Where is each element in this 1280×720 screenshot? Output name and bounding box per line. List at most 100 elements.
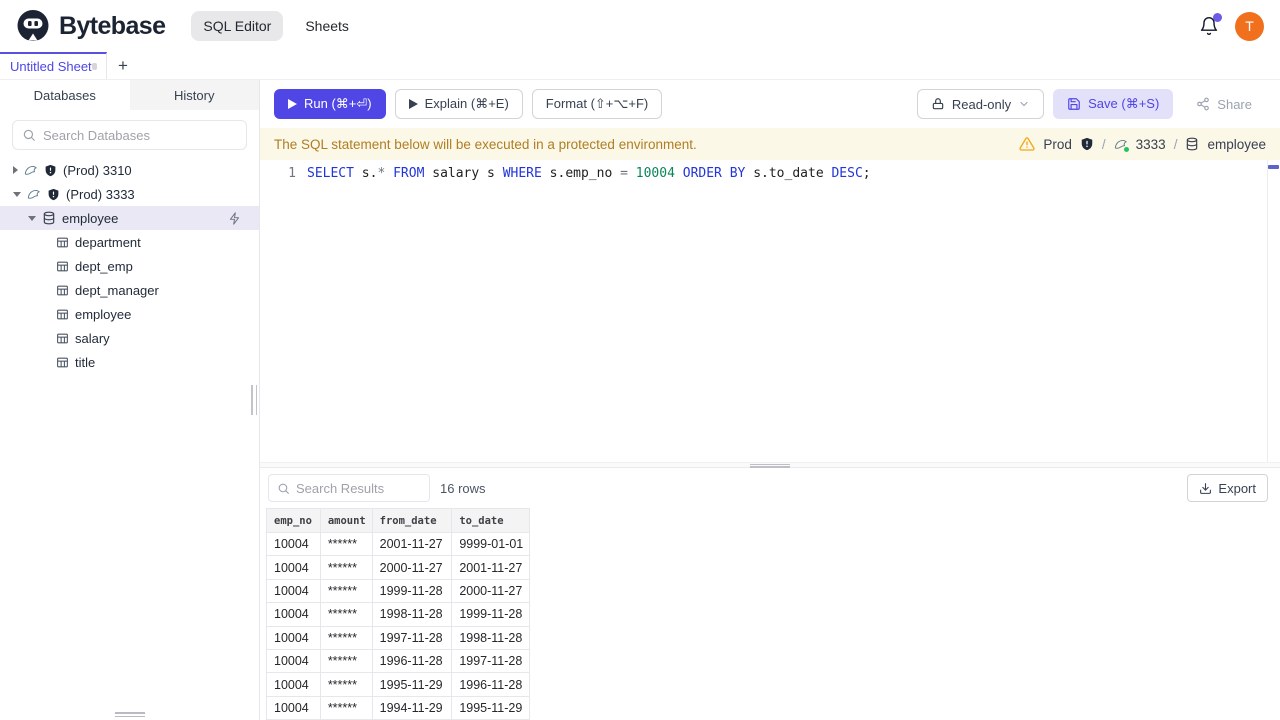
grid-cell[interactable]: 10004 [267,626,321,650]
instance-label[interactable]: 3333 [1136,137,1166,152]
grid-data-row: 10004 ****** 1998-11-28 1999-11-28 [267,603,530,627]
grid-cell[interactable]: 10004 [267,556,321,580]
grid-cell[interactable]: ****** [320,603,373,627]
sql-code-line: SELECT s.* FROM salary s WHERE s.emp_no … [296,166,871,181]
caret-down-icon [28,215,36,221]
grid-cell[interactable]: 1999-11-28 [372,579,453,604]
user-avatar[interactable]: T [1235,11,1264,41]
sql-editor[interactable]: 1 SELECT s.* FROM salary s WHERE s.emp_n… [260,160,1280,462]
tab-untitled-sheet[interactable]: Untitled Sheet [0,52,107,79]
sql-token: DESC [831,166,863,181]
database-label[interactable]: employee [1207,137,1266,152]
results-search[interactable] [268,474,430,502]
grid-cell[interactable]: 1996-11-28 [452,673,530,697]
grid-cell[interactable]: 10004 [267,603,321,627]
grid-cell[interactable]: 1998-11-28 [452,626,530,650]
grid-cell[interactable]: 10004 [267,579,321,604]
table-icon [56,308,69,321]
results-grid: emp_no amount from_date to_date 10004 ******… [266,508,530,720]
zap-icon[interactable] [228,211,241,225]
grid-cell[interactable]: 1997-11-28 [452,649,530,674]
grid-cell[interactable]: 1995-11-29 [452,696,530,720]
grid-cell[interactable]: 1997-11-28 [372,626,453,650]
brand-name: Bytebase [59,11,166,40]
unsaved-dot-icon [91,63,97,70]
database-search[interactable] [12,120,247,150]
table-label: dept_emp [75,258,133,274]
shield-alert-icon [44,164,57,177]
grid-cell[interactable]: 2001-11-27 [452,556,530,580]
grid-header-cell[interactable]: amount [320,509,373,533]
grid-header-cell[interactable]: to_date [452,509,530,533]
bytebase-logo[interactable]: Bytebase [16,9,166,43]
grid-header-cell[interactable]: emp_no [267,509,321,533]
grid-cell[interactable]: 1999-11-28 [452,603,530,627]
warning-triangle-icon [1019,136,1035,152]
play-icon [408,99,418,109]
grid-cell[interactable]: 10004 [267,649,321,674]
tab-history[interactable]: History [130,80,260,110]
results-search-input[interactable] [296,480,421,496]
tab-databases[interactable]: Databases [0,80,130,110]
grid-header-cell[interactable]: from_date [372,509,453,533]
add-sheet-button[interactable]: + [107,52,139,79]
grid-cell[interactable]: 10004 [267,673,321,697]
sidebar-table-item[interactable]: employee [0,302,259,326]
grid-cell[interactable]: ****** [320,696,373,720]
tree-database-employee[interactable]: employee [0,206,259,230]
database-search-input[interactable] [43,127,237,143]
format-button[interactable]: Format (⇧+⌥+F) [531,89,663,119]
grid-cell[interactable]: ****** [320,626,373,650]
top-nav: SQL Editor Sheets [191,11,361,41]
notifications-button[interactable] [1199,13,1222,36]
nav-sql-editor[interactable]: SQL Editor [191,11,284,41]
grid-cell[interactable]: 1998-11-28 [372,603,453,627]
grid-cell[interactable]: ****** [320,533,373,557]
grid-cell[interactable]: 1996-11-28 [372,649,453,674]
resize-grip-icon [750,463,790,468]
grid-cell[interactable]: 2001-11-27 [372,533,453,557]
sidebar-tables: department dept_emp dept_manager employe… [0,230,259,374]
grid-cell[interactable]: ****** [320,649,373,674]
sidebar-table-item[interactable]: dept_manager [0,278,259,302]
search-icon [22,128,36,142]
sidebar-resize-handle[interactable] [251,385,257,415]
overview-ruler [1267,160,1268,462]
top-bar: Bytebase SQL Editor Sheets T [0,0,1280,52]
run-button[interactable]: Run (⌘+⏎) [274,89,386,119]
share-button[interactable]: Share [1182,89,1266,119]
sidebar-bottom-resize-handle[interactable] [114,712,145,717]
grid-cell[interactable]: 9999-01-01 [452,533,530,557]
grid-cell[interactable]: 2000-11-27 [372,556,453,580]
tree-instance-3333[interactable]: (Prod) 3333 [0,182,259,206]
table-label: employee [75,306,132,322]
table-icon [56,356,69,369]
results-resize-divider[interactable] [260,462,1280,468]
instance-status-dot [1123,147,1129,152]
instance-label: (Prod) 3310 [63,162,132,178]
app-root: Bytebase SQL Editor Sheets T Untitled Sh… [0,0,1280,720]
grid-cell[interactable]: 1994-11-29 [372,696,453,720]
grid-cell[interactable]: ****** [320,673,373,697]
grid-cell[interactable]: ****** [320,556,373,580]
sidebar-table-item[interactable]: department [0,230,259,254]
grid-cell[interactable]: 1995-11-29 [372,673,453,697]
environment-label[interactable]: Prod [1043,137,1072,152]
tree-instance-3310[interactable]: (Prod) 3310 [0,158,259,182]
grid-cell[interactable]: 10004 [267,533,321,557]
nav-sheets[interactable]: Sheets [293,11,361,41]
sidebar-table-item[interactable]: dept_emp [0,254,259,278]
grid-cell[interactable]: 10004 [267,696,321,720]
grid-cell[interactable]: 2000-11-27 [452,579,530,604]
table-icon [56,236,69,249]
explain-button[interactable]: Explain (⌘+E) [394,89,523,119]
caret-down-icon [13,191,21,197]
sidebar-table-item[interactable]: title [0,350,259,374]
export-button[interactable]: Export [1187,474,1268,502]
readonly-mode-select[interactable]: Read-only [916,89,1045,119]
save-button[interactable]: Save (⌘+S) [1053,89,1174,119]
caret-right-icon [13,166,18,174]
grid-cell[interactable]: ****** [320,579,373,604]
sidebar-table-item[interactable]: salary [0,326,259,350]
